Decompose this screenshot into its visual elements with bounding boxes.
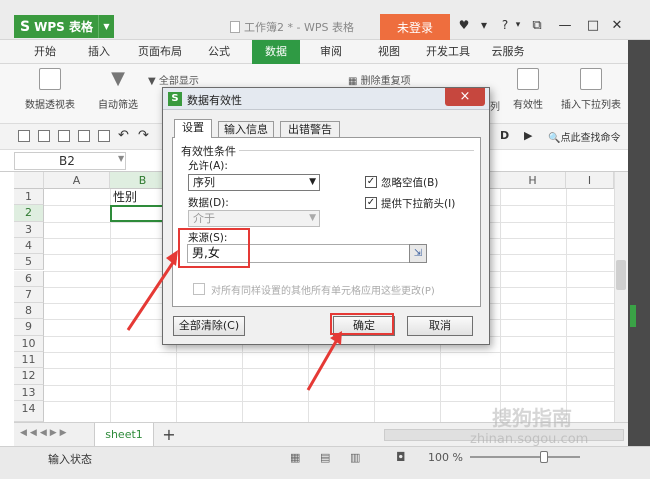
annotation-arrow-ok (306, 331, 342, 391)
annotation-arrow-source (126, 250, 178, 331)
tab-settings[interactable]: 设置 (174, 119, 212, 138)
annotation-arrows (126, 250, 342, 391)
